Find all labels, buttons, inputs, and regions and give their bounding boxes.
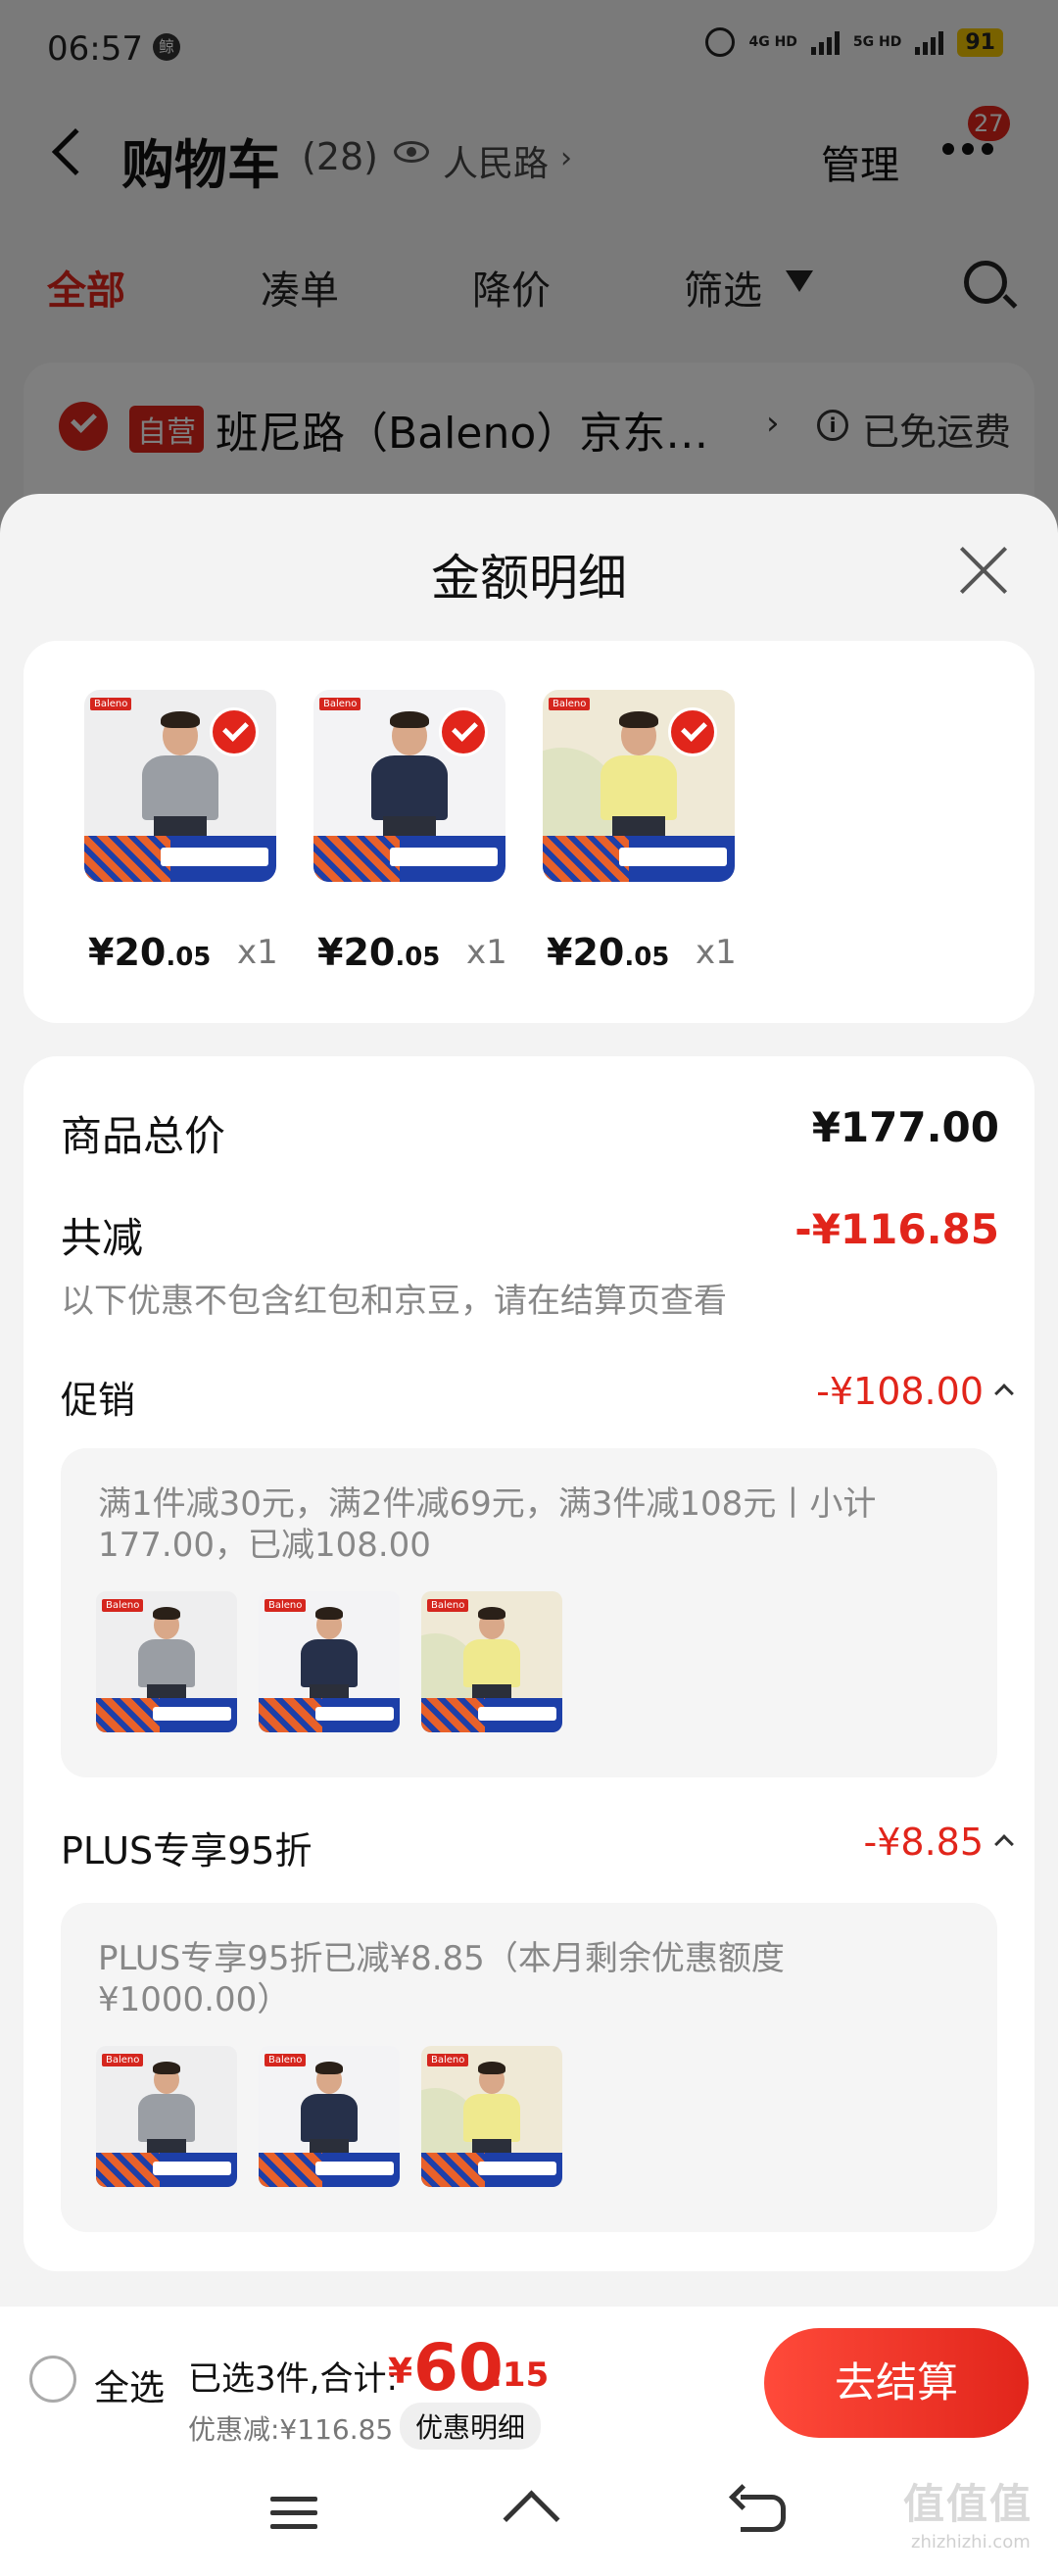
promo-banner: [84, 835, 276, 882]
promo-banner: [96, 2153, 237, 2187]
tshirt-figure: [463, 1638, 520, 1687]
system-nav-bar: 值值值 zhizhizhi.com: [0, 2454, 1058, 2576]
promo-banner: [313, 835, 505, 882]
product-price: ¥20.05: [547, 931, 670, 974]
total-amount-decimal: .15: [490, 2356, 550, 2395]
menu-icon[interactable]: [270, 2497, 317, 2538]
product-item[interactable]: Baleno ¥20.05 x1: [543, 690, 758, 974]
selected-check-icon[interactable]: [439, 707, 488, 756]
home-icon[interactable]: [502, 2493, 556, 2532]
selected-check-icon[interactable]: [668, 707, 717, 756]
reduce-value: -¥116.85: [794, 1205, 999, 1253]
chevron-up-icon: [994, 1834, 1014, 1854]
checkout-bar: 全选 已选3件,合计: ¥ 60 .15 优惠减:¥116.85 优惠明细 去结…: [0, 2307, 1058, 2454]
reduce-note: 以下优惠不包含红包和京豆，请在结算页查看: [61, 1282, 727, 1321]
select-all-checkbox[interactable]: [29, 2356, 76, 2403]
tshirt-figure: [370, 754, 449, 821]
product-quantity: x1: [237, 933, 278, 972]
product-price: ¥20.05: [88, 931, 212, 974]
tshirt-figure: [463, 2093, 520, 2142]
plus-value: -¥8.85: [863, 1821, 985, 1864]
product-price: ¥20.05: [317, 931, 441, 974]
product-image: Baleno: [259, 2046, 400, 2187]
promo-banner: [543, 835, 735, 882]
promo-banner: [421, 1698, 562, 1732]
brand-tag: Baleno: [549, 698, 591, 710]
plus-toggle[interactable]: -¥8.85: [863, 1821, 1014, 1864]
promo-label: 促销: [61, 1379, 136, 1422]
promo-banner: [421, 2153, 562, 2187]
product-image: Baleno: [421, 1591, 562, 1732]
brand-tag: Baleno: [102, 1599, 144, 1612]
tshirt-figure: [141, 754, 219, 821]
promo-description: 满1件减30元，满2件减69元，满3件减108元丨小计177.00，已减108.…: [98, 1484, 877, 1565]
product-quantity: x1: [696, 933, 737, 972]
product-item[interactable]: Baleno ¥20.05 x1: [84, 690, 300, 974]
plus-thumbs: Baleno Baleno Baleno: [96, 2046, 562, 2187]
watermark-url: zhizhizhi.com: [911, 2532, 1031, 2552]
selected-check-icon[interactable]: [210, 707, 259, 756]
promo-value: -¥108.00: [816, 1370, 984, 1413]
selected-summary: 已选3件,合计:: [188, 2359, 398, 2399]
plus-detail-box: PLUS专享95折已减¥8.85（本月剩余优惠额度¥1000.00） Balen…: [61, 1903, 997, 2232]
discount-detail-button[interactable]: 优惠明细: [400, 2403, 542, 2450]
product-mini-thumbnail: Baleno: [96, 1591, 237, 1732]
plus-label: PLUS专享95折: [61, 1829, 313, 1872]
back-nav-icon[interactable]: [741, 2495, 786, 2532]
tshirt-figure: [600, 754, 678, 821]
product-thumbnail[interactable]: Baleno: [543, 690, 735, 882]
total-price-label: 商品总价: [61, 1112, 226, 1160]
product-mini-thumbnail: Baleno: [259, 1591, 400, 1732]
product-item[interactable]: Baleno ¥20.05 x1: [313, 690, 529, 974]
selected-products-card: Baleno ¥20.05 x1 Baleno ¥20.05 x1 Baleno ¥20.05…: [24, 641, 1034, 1023]
promo-detail-box: 满1件减30元，满2件减69元，满3件减108元丨小计177.00，已减108.…: [61, 1448, 997, 1777]
tshirt-figure: [138, 2093, 195, 2142]
promo-thumbs: Baleno Baleno Baleno: [96, 1591, 562, 1732]
brand-tag: Baleno: [264, 1599, 307, 1612]
product-mini-thumbnail: Baleno: [421, 1591, 562, 1732]
product-image: Baleno: [96, 1591, 237, 1732]
cart-page-background: 06:57 鲸 4G HD 5G HD 91 购物车 (28) 人民路 › 管理…: [0, 0, 1058, 519]
brand-tag: Baleno: [102, 2054, 144, 2066]
select-all-label[interactable]: 全选: [94, 2359, 165, 2410]
amount-detail-sheet: 金额明细 Baleno ¥20.05 x1 Baleno ¥20.05 x1 Baleno ¥…: [0, 494, 1058, 2307]
promo-banner: [259, 2153, 400, 2187]
brand-tag: Baleno: [427, 1599, 469, 1612]
discount-summary: 优惠减:¥116.85: [188, 2413, 394, 2446]
chevron-up-icon: [994, 1384, 1014, 1403]
product-mini-thumbnail: Baleno: [96, 2046, 237, 2187]
price-breakdown-card: 商品总价 ¥177.00 共减 -¥116.85 以下优惠不包含红包和京豆，请在…: [24, 1056, 1034, 2271]
product-mini-thumbnail: Baleno: [421, 2046, 562, 2187]
brand-tag: Baleno: [264, 2054, 307, 2066]
product-image: Baleno: [96, 2046, 237, 2187]
product-image: Baleno: [421, 2046, 562, 2187]
product-quantity: x1: [466, 933, 507, 972]
product-image: Baleno: [259, 1591, 400, 1732]
product-mini-thumbnail: Baleno: [259, 2046, 400, 2187]
reduce-label: 共减: [61, 1214, 144, 1262]
sheet-title: 金额明细: [431, 550, 627, 607]
tshirt-figure: [138, 1638, 195, 1687]
modal-overlay[interactable]: [0, 0, 1058, 510]
product-thumbnail[interactable]: Baleno: [84, 690, 276, 882]
total-currency: ¥: [388, 2352, 413, 2392]
brand-tag: Baleno: [319, 698, 361, 710]
plus-description: PLUS专享95折已减¥8.85（本月剩余优惠额度¥1000.00）: [98, 1939, 785, 2019]
checkout-button[interactable]: 去结算: [764, 2328, 1029, 2438]
product-thumbnail[interactable]: Baleno: [313, 690, 505, 882]
tshirt-figure: [301, 1638, 358, 1687]
promo-banner: [96, 1698, 237, 1732]
watermark-logo: 值值值: [903, 2480, 1034, 2528]
total-price-value: ¥177.00: [811, 1103, 999, 1151]
brand-tag: Baleno: [427, 2054, 469, 2066]
tshirt-figure: [301, 2093, 358, 2142]
brand-tag: Baleno: [90, 698, 132, 710]
close-icon[interactable]: [958, 545, 1009, 596]
promo-toggle[interactable]: -¥108.00: [816, 1370, 1014, 1413]
promo-banner: [259, 1698, 400, 1732]
